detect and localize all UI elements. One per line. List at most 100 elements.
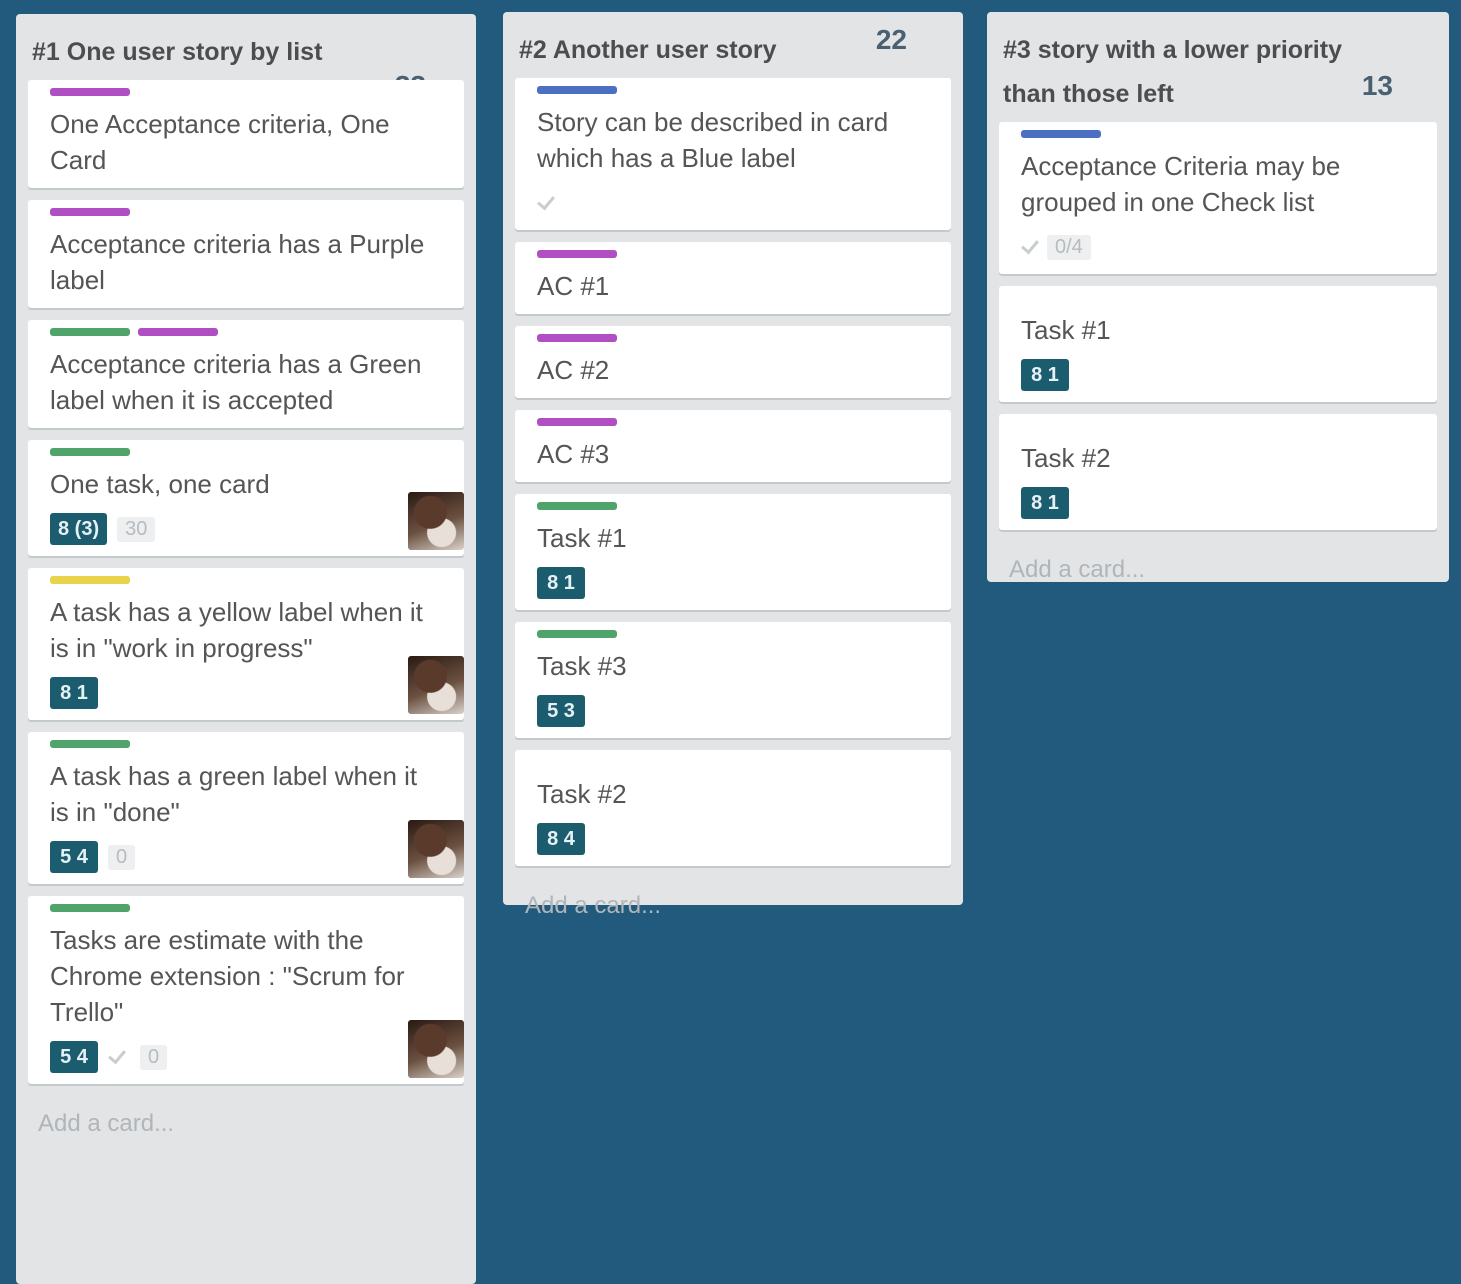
card[interactable]: A task has a yellow label when it is in … (28, 568, 464, 720)
card[interactable]: AC #2 (515, 326, 951, 398)
member-avatar[interactable] (408, 820, 464, 878)
card[interactable]: Story can be described in card which has… (515, 78, 951, 230)
card-title: Acceptance criteria has a Purple label (50, 229, 425, 295)
card-list: Story can be described in card which has… (503, 78, 963, 866)
card[interactable]: Task #3 5 3 (515, 622, 951, 738)
card-title: Task #2 (1021, 443, 1111, 473)
estimate-badge: 8 1 (1021, 487, 1069, 519)
checklist-badge: 0/4 (1021, 234, 1091, 260)
card-labels (50, 740, 438, 750)
card-labels (50, 208, 438, 218)
card-labels (537, 758, 925, 768)
comment-count: 0 (140, 1044, 168, 1070)
card-labels (537, 630, 925, 640)
label-purple (537, 334, 617, 342)
list-title[interactable]: #1 One user story by list (32, 30, 396, 74)
list-title[interactable]: #3 story with a lower priority than thos… (1003, 28, 1369, 116)
label-green (537, 630, 617, 638)
card-labels (537, 250, 925, 260)
list-title[interactable]: #2 Another user story (519, 28, 883, 72)
card-list: One Acceptance criteria, One Card Accepta… (16, 80, 476, 1084)
card[interactable]: AC #1 (515, 242, 951, 314)
card-labels (537, 418, 925, 428)
card-labels (1021, 130, 1411, 140)
label-green (50, 740, 130, 748)
add-card-link[interactable]: Add a card... (16, 1096, 476, 1154)
card-badges (537, 186, 925, 220)
list-header[interactable]: #3 story with a lower priority than thos… (987, 12, 1449, 122)
checkmark-icon (537, 192, 559, 214)
estimate-badge: 5 3 (537, 695, 585, 727)
card-title: One Acceptance criteria, One Card (50, 109, 390, 175)
card-title: Acceptance Criteria may be grouped in on… (1021, 151, 1341, 217)
card-title: AC #1 (537, 271, 610, 301)
card[interactable]: Task #1 8 1 (515, 494, 951, 610)
card-badges: 8 1 (1021, 486, 1411, 520)
card[interactable]: Acceptance criteria has a Purple label (28, 200, 464, 308)
card-labels (50, 328, 438, 338)
card-labels (50, 88, 438, 98)
label-purple (50, 208, 130, 216)
label-purple (537, 250, 617, 258)
list-column[interactable]: #2 Another user story 22 Story can be desc… (503, 12, 963, 919)
card-badges: 8 1 (50, 676, 438, 710)
estimate-badge: 8 1 (50, 677, 98, 709)
card[interactable]: AC #3 (515, 410, 951, 482)
card[interactable]: Task #2 8 1 (999, 414, 1437, 530)
card-labels (537, 86, 925, 96)
card-labels (1021, 294, 1411, 304)
estimate-badge: 8 (3) (50, 513, 108, 545)
estimate-badge: 8 1 (537, 567, 585, 599)
estimate-badge: 8 1 (1021, 359, 1069, 391)
card-title: One task, one card (50, 469, 270, 499)
estimate-badge: 5 4 (50, 841, 98, 873)
member-avatar[interactable] (408, 656, 464, 714)
checkmark-icon (1021, 236, 1043, 258)
label-green (50, 448, 130, 456)
card-badges: 5 3 (537, 694, 925, 728)
member-avatar[interactable] (408, 1020, 464, 1078)
card-badges: 8 1 (1021, 358, 1411, 392)
comment-count: 30 (117, 516, 156, 542)
list-column[interactable]: #3 story with a lower priority than thos… (987, 12, 1449, 583)
checkmark-icon (108, 1046, 130, 1068)
card-badges: 0/4 (1021, 230, 1411, 264)
estimate-badge: 5 4 (50, 1041, 98, 1073)
card[interactable]: Task #2 8 4 (515, 750, 951, 866)
card-title: Tasks are estimate with the Chrome exten… (50, 925, 405, 1027)
card[interactable]: Acceptance Criteria may be grouped in on… (999, 122, 1437, 274)
add-card-link[interactable]: Add a card... (503, 878, 963, 936)
label-blue (537, 86, 617, 94)
board: #1 One user story by list33One Acceptanc… (0, 0, 1461, 1284)
card-badges: 8 1 (537, 566, 925, 600)
label-purple (50, 88, 130, 96)
card-badges: 5 4 0 (50, 840, 438, 874)
label-green (50, 328, 130, 336)
card-labels (50, 448, 438, 458)
card[interactable]: Tasks are estimate with the Chrome exten… (28, 896, 464, 1084)
checklist-badge (537, 192, 559, 214)
card-list: Acceptance Criteria may be grouped in on… (987, 122, 1449, 530)
card-badges: 8 (3) 30 (50, 512, 438, 546)
card[interactable]: Task #1 8 1 (999, 286, 1437, 402)
label-green (537, 502, 617, 510)
card-labels (1021, 422, 1411, 432)
card[interactable]: One task, one card 8 (3) 30 (28, 440, 464, 556)
card[interactable]: One Acceptance criteria, One Card (28, 80, 464, 188)
card-labels (537, 334, 925, 344)
card-title: Task #1 (1021, 315, 1111, 345)
checklist-badge (108, 1046, 130, 1068)
add-card-link[interactable]: Add a card... (987, 542, 1449, 600)
comment-count: 0 (108, 844, 136, 870)
card[interactable]: Acceptance criteria has a Green label wh… (28, 320, 464, 428)
label-purple (537, 418, 617, 426)
estimate-badge: 8 4 (537, 823, 585, 855)
card-labels (50, 904, 438, 914)
list-header[interactable]: #2 Another user story 22 (503, 12, 963, 78)
card[interactable]: A task has a green label when it is in "… (28, 732, 464, 884)
card-labels (50, 576, 438, 586)
list-header[interactable]: #1 One user story by list33 (16, 14, 476, 101)
card-title: Task #3 (537, 651, 627, 681)
list-column[interactable]: #1 One user story by list33One Acceptanc… (16, 14, 476, 1284)
member-avatar[interactable] (408, 492, 464, 550)
